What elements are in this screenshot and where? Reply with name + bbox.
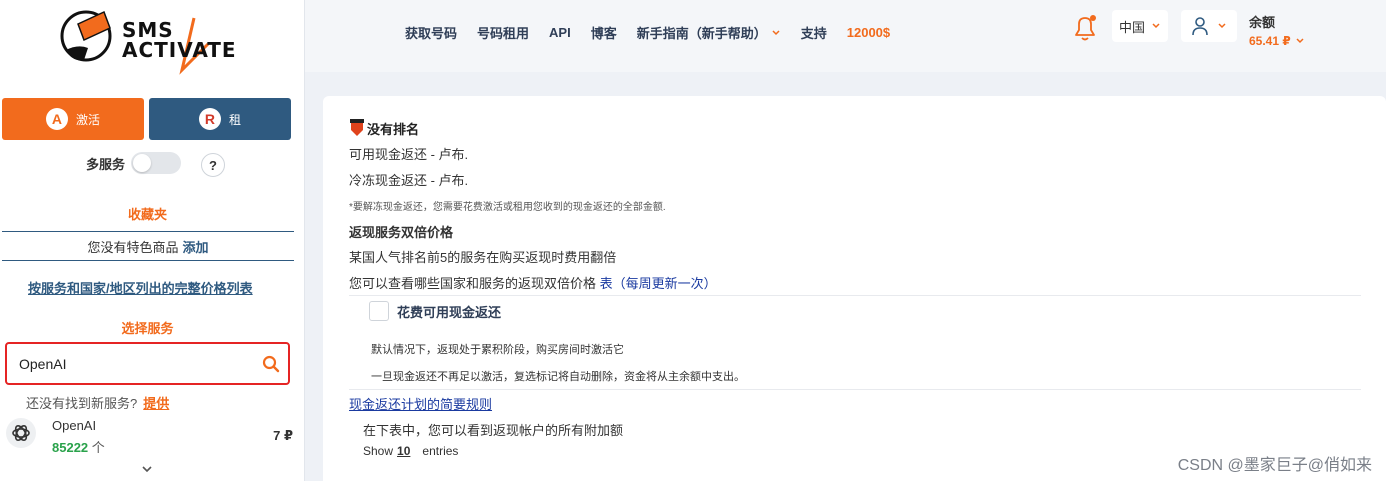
- rank-badge-icon: [350, 119, 364, 136]
- select-service-title: 选择服务: [121, 321, 174, 336]
- nav-blog[interactable]: 博客: [591, 23, 617, 42]
- double-price-table-link[interactable]: 表（每周更新一次）: [600, 276, 717, 291]
- multi-service-toggle[interactable]: [131, 152, 182, 174]
- balance-value: 65.41 ₽: [1249, 34, 1291, 48]
- nav-rent-number[interactable]: 号码租用: [477, 23, 529, 42]
- rank-row: 没有排名: [349, 118, 419, 138]
- user-icon: [1192, 17, 1208, 36]
- cashback-rules-link[interactable]: 现金返还计划的简要规则: [349, 394, 492, 413]
- favorites-title: 收藏夹: [127, 207, 167, 222]
- sms-activate-logo[interactable]: SMS ACTIVATE: [58, 4, 238, 76]
- logo-text: SMS ACTIVATE: [122, 20, 237, 60]
- show-label: Show: [363, 444, 394, 458]
- cashback-frozen: 冷冻现金返还 - 卢布.: [349, 173, 469, 188]
- nav-api[interactable]: API: [549, 23, 571, 42]
- suggest-service-link[interactable]: 提供: [143, 396, 169, 411]
- rent-icon: R: [198, 108, 221, 130]
- favorites-empty-text: 您没有特色商品: [87, 239, 179, 255]
- divider: [349, 295, 1361, 296]
- divider: [349, 389, 1361, 390]
- activate-label: 激活: [75, 112, 100, 127]
- nav-promo[interactable]: 12000$: [847, 23, 890, 42]
- service-price: 7 ₽: [273, 428, 293, 443]
- activate-mode-button[interactable]: A 激活: [2, 98, 144, 140]
- chevron-down-icon: [772, 29, 780, 35]
- nav-support[interactable]: 支持: [801, 23, 827, 42]
- logo-line-1: SMS: [122, 18, 174, 42]
- balance-block[interactable]: 余额 65.41 ₽: [1249, 12, 1305, 48]
- nav-get-number[interactable]: 获取号码: [405, 23, 457, 42]
- service-search-box: [5, 342, 290, 385]
- multi-service-row: 多服务: [86, 152, 182, 174]
- activate-icon: A: [45, 108, 68, 130]
- chevron-down-icon: [1218, 23, 1226, 29]
- balance-value-row: 65.41 ₽: [1249, 34, 1305, 48]
- unfreeze-note: *要解冻现金返还，您需要花费激活或租用您收到的现金返还的全部金额.: [349, 202, 666, 213]
- search-icon[interactable]: [262, 355, 280, 373]
- watermark: CSDN @墨家巨子@俏如来: [1177, 457, 1372, 474]
- double-price-desc: 某国人气排名前5的服务在购买返现时费用翻倍: [349, 250, 617, 265]
- user-menu[interactable]: [1181, 10, 1237, 42]
- main-nav: 获取号码 号码租用 API 博客 新手指南（新手帮助） 支持 12000$: [405, 23, 910, 42]
- logo-line-2: ACTIVATE: [122, 38, 237, 62]
- not-found-text: 还没有找到新服务?: [26, 396, 138, 411]
- not-found-row: 还没有找到新服务? 提供: [26, 393, 169, 412]
- price-list-link[interactable]: 按服务和国家/地区列出的完整价格列表: [28, 278, 253, 297]
- double-price-title: 返现服务双倍价格: [349, 225, 454, 240]
- notification-bell-icon[interactable]: [1072, 14, 1098, 42]
- service-count: 85222 个: [52, 437, 105, 456]
- openai-icon: [6, 418, 36, 448]
- service-name: OpenAI: [52, 418, 97, 433]
- rent-label: 租: [228, 112, 241, 127]
- rent-mode-button[interactable]: R 租: [149, 98, 291, 140]
- top-header: 获取号码 号码租用 API 博客 新手指南（新手帮助） 支持 12000$ 中国…: [305, 0, 1386, 72]
- entries-count-select[interactable]: 10: [397, 444, 410, 458]
- chevron-down-icon: [1296, 38, 1304, 44]
- service-count-value: 85222: [52, 440, 89, 455]
- service-list-item[interactable]: OpenAI 85222 个 7 ₽: [0, 414, 305, 456]
- cashback-available: 可用现金返还 - 卢布.: [349, 147, 469, 162]
- rank-title: 没有排名: [367, 121, 420, 137]
- favorites-box: 您没有特色商品 添加: [2, 231, 294, 261]
- multi-service-label: 多服务: [86, 156, 126, 172]
- country-label: 中国: [1118, 19, 1145, 35]
- entries-label: entries: [422, 444, 459, 458]
- default-note: 默认情况下，返现处于累积阶段，购买房间时激活它: [371, 344, 624, 356]
- nav-guide[interactable]: 新手指南（新手帮助）: [637, 23, 781, 42]
- sidebar: SMS ACTIVATE A 激活 R 租 多服务 ? 收藏夹 您没有特色商品 …: [0, 0, 305, 481]
- spend-cashback-row[interactable]: 花费可用现金返还: [369, 301, 501, 321]
- spend-cashback-label: 花费可用现金返还: [397, 304, 502, 320]
- favorites-add-link[interactable]: 添加: [183, 237, 209, 256]
- double-price-table-text: 您可以查看哪些国家和服务的返现双倍价格: [349, 276, 597, 291]
- double-price-table-row: 您可以查看哪些国家和服务的返现双倍价格 表（每周更新一次）: [349, 273, 717, 292]
- spend-cashback-checkbox[interactable]: [369, 301, 389, 321]
- chevron-down-icon[interactable]: [141, 463, 153, 475]
- auto-remove-note: 一旦现金返还不再足以激活，复选标记将自动删除，资金将从主余额中支出。: [371, 371, 745, 383]
- show-entries-control: Show 10 entries: [363, 444, 458, 458]
- help-icon[interactable]: ?: [201, 153, 225, 177]
- country-selector[interactable]: 中国: [1112, 10, 1168, 42]
- service-search-input[interactable]: [19, 354, 249, 374]
- chevron-down-icon: [1152, 23, 1160, 29]
- balance-label: 余额: [1249, 15, 1276, 30]
- service-count-unit: 个: [91, 440, 105, 455]
- cashback-card: 没有排名 可用现金返还 - 卢布. 冷冻现金返还 - 卢布. *要解冻现金返还，…: [323, 96, 1386, 481]
- nav-guide-label: 新手指南（新手帮助）: [636, 26, 767, 41]
- table-intro: 在下表中，您可以看到返现帐户的所有附加额: [363, 423, 624, 438]
